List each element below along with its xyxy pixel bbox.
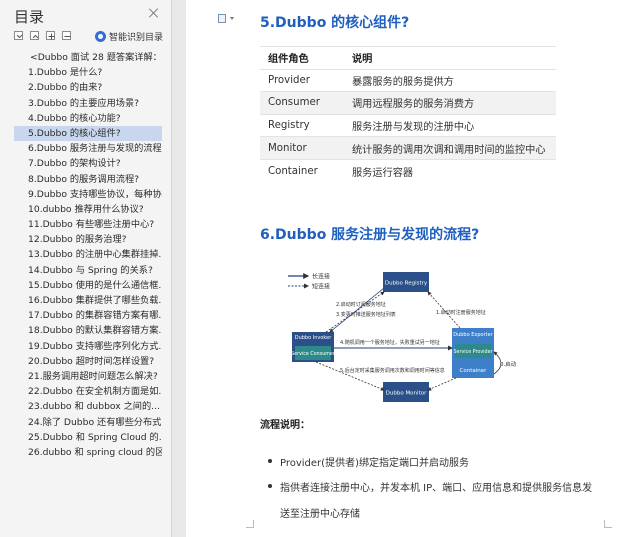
add-heading-icon[interactable] [46, 31, 55, 40]
toc-item[interactable]: 13.Dubbo 的注册中心集群挂掉... [14, 247, 162, 262]
toc-item[interactable]: 20.Dubbo 超时时间怎样设置? [14, 354, 162, 369]
list-item: 指供者连接注册中心，并发本机 IP、端口、应用信息和提供服务信息发 [267, 479, 592, 494]
consumer-label: Service Consumer [291, 351, 335, 357]
table-header: 说明 [344, 46, 556, 70]
step0-label: 0.启动 [500, 360, 517, 368]
toc-item[interactable]: <Dubbo 面试 28 题答案详解：... [14, 50, 162, 65]
toc-item[interactable]: 10.dubbo 推荐用什么协议? [14, 202, 162, 217]
toc-list: <Dubbo 面试 28 题答案详解：... 1.Dubbo 是什么? 2.Dubb… [14, 50, 162, 460]
toc-item[interactable]: 7.Dubbo 的架构设计? [14, 156, 162, 171]
toc-item[interactable]: 25.Dubbo 和 Spring Cloud 的... [14, 430, 162, 445]
toc-title: 目录 [14, 8, 45, 26]
chevron-down-icon[interactable] [230, 17, 234, 20]
table-row: Provider 暴露服务的服务提供方 [260, 68, 556, 92]
ai-icon [94, 31, 106, 42]
toc-item[interactable]: 24.除了 Dubbo 还有哪些分布式... [14, 415, 162, 430]
toc-item[interactable]: 14.Dubbo 与 Spring 的关系? [14, 263, 162, 278]
heading-core-components: 5.Dubbo 的核心组件? [260, 15, 410, 31]
table-cell: Monitor [260, 136, 344, 160]
toc-sidebar: 目录 智能识别目录 <Dubbo 面试 28 题答案详解：... 1.Dubbo … [0, 0, 172, 537]
heading-registration-flow: 6.Dubbo 服务注册与发现的流程? [260, 227, 480, 243]
step3-label: 3.变更时推送服务地址列表 [336, 311, 396, 318]
step5-label: 5.后台定时采集服务调用次数和调用时间等信息 [340, 367, 445, 374]
ai-toc-label: 智能识别目录 [108, 33, 163, 43]
ai-toc-button[interactable]: 智能识别目录 [94, 30, 163, 43]
legend-short-label: 短连接 [312, 283, 330, 291]
table-cell: Provider [260, 68, 344, 92]
toc-item[interactable]: 2.Dubbo 的由来? [14, 80, 162, 95]
table-cell: 服务注册与发现的注册中心 [344, 113, 556, 137]
table-cell: 调用远程服务的服务消费方 [344, 91, 556, 115]
collapse-all-icon[interactable] [14, 31, 23, 40]
toc-item[interactable]: 18.Dubbo 的默认集群容错方案... [14, 323, 162, 338]
registry-label: Dubbo Registry [385, 281, 428, 287]
page-corner-mark [604, 520, 612, 528]
container-label: Container [460, 368, 488, 374]
toc-item[interactable]: 8.Dubbo 的服务调用流程? [14, 172, 162, 187]
table-cell: Container [260, 158, 344, 183]
table-cell: 统计服务的调用次调和调用时间的监控中心 [344, 136, 556, 160]
toc-item[interactable]: 23.dubbo 和 dubbox 之间的... [14, 399, 162, 414]
toc-item[interactable]: 22.Dubbo 在安全机制方面是如... [14, 384, 162, 399]
count-arrow-consumer [315, 361, 385, 391]
toc-item[interactable]: 21.服务调用超时问题怎么解决? [14, 369, 162, 384]
flow-description-label: 流程说明： [260, 420, 310, 431]
table-cell: 服务运行容器 [344, 158, 556, 183]
dubbo-architecture-diagram: 长连接 短连接 Dubbo Registry Dubbo Invoker Ser… [288, 272, 517, 402]
toc-item[interactable]: 3.Dubbo 的主要应用场景? [14, 96, 162, 111]
table-row: Monitor 统计服务的调用次调和调用时间的监控中心 [260, 136, 556, 160]
step1-label: 1.启动时注册服务地址 [436, 309, 486, 316]
toc-item[interactable]: 12.Dubbo 的服务治理? [14, 232, 162, 247]
list-item: Provider(提供者)绑定指定端口并启动服务 [268, 454, 469, 469]
table-cell: Consumer [260, 91, 344, 115]
toc-item[interactable]: 17.Dubbo 的集群容错方案有哪... [14, 308, 162, 323]
toc-header: 目录 [0, 0, 171, 28]
toc-item[interactable]: 15.Dubbo 使用的是什么通信框... [14, 278, 162, 293]
toc-item[interactable]: 5.Dubbo 的核心组件? [14, 125, 162, 142]
provider-label: Service Provider [453, 349, 492, 355]
toc-item[interactable]: 19.Dubbo 支持哪些序列化方式... [14, 339, 162, 354]
components-table: 组件角色 说明 Provider 暴露服务的服务提供方 Consumer 调用远… [260, 46, 556, 183]
toc-item[interactable]: 1.Dubbo 是什么? [14, 65, 162, 80]
table-header-row: 组件角色 说明 [260, 46, 556, 70]
toc-item[interactable]: 4.Dubbo 的核心功能? [14, 111, 162, 126]
monitor-label: Dubbo Monitor [386, 391, 427, 397]
notify-arrow [329, 287, 385, 333]
toc-item[interactable]: 6.Dubbo 服务注册与发现的流程... [14, 141, 162, 156]
toc-toolbar: 智能识别目录 [0, 28, 171, 46]
invoker-label: Dubbo Invoker [295, 335, 332, 341]
list-item-continuation: 送至注册中心存储 [280, 509, 360, 520]
table-header: 组件角色 [260, 46, 344, 70]
page-corner-mark [246, 520, 254, 528]
toc-item[interactable]: 26.dubbo 和 spring cloud 的区... [14, 445, 162, 460]
remove-heading-icon[interactable] [62, 31, 71, 40]
step4-label: 4.随机调用一个服务地址，失败重试另一地址 [340, 339, 440, 346]
table-row: Registry 服务注册与发现的注册中心 [260, 113, 556, 137]
toc-item[interactable]: 9.Dubbo 支持哪些协议，每种协... [14, 187, 162, 202]
table-cell: 暴露服务的服务提供方 [344, 68, 556, 92]
close-icon[interactable] [149, 8, 159, 18]
step2-label: 2.启动时订阅服务地址 [336, 301, 386, 308]
count-arrow-provider [427, 377, 457, 391]
expand-all-icon[interactable] [30, 31, 39, 40]
exporter-label: Dubbo Exporter [453, 332, 493, 338]
toc-item[interactable]: 11.Dubbo 有些哪些注册中心? [14, 217, 162, 232]
table-cell: Registry [260, 113, 344, 137]
toc-item[interactable]: 16.Dubbo 集群提供了哪些负载... [14, 293, 162, 308]
table-row: Consumer 调用远程服务的服务消费方 [260, 91, 556, 115]
paragraph-handle-icon[interactable] [218, 14, 226, 23]
legend-long-label: 长连接 [312, 273, 330, 281]
table-row: Container 服务运行容器 [260, 158, 556, 183]
document-page: 5.Dubbo 的核心组件? 组件角色 说明 Provider 暴露服务的服务提… [186, 0, 640, 537]
